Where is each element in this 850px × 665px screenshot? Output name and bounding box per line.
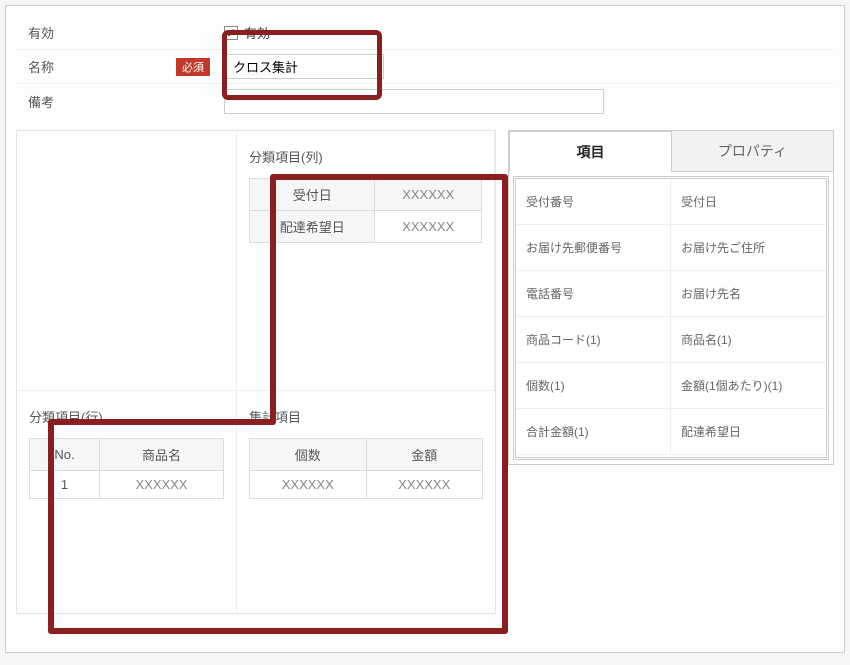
content-area: 分類項目(列) 受付日 XXXXXX 配達希望日 XXXXXX 分類項目(行)	[6, 118, 844, 624]
label-name: 名称 必須	[16, 51, 216, 82]
col-group-table: 受付日 XXXXXX 配達希望日 XXXXXX	[249, 178, 482, 243]
field-item[interactable]: お届け先名	[671, 271, 826, 317]
field-item[interactable]: 個数(1)	[516, 363, 671, 409]
row-name: 名称 必須	[16, 50, 834, 84]
field-item[interactable]: 電話番号	[516, 271, 671, 317]
field-item[interactable]: 合計金額(1)	[516, 409, 671, 455]
row-group-table: No. 商品名 1 XXXXXX	[29, 438, 224, 499]
agg-title: 集計項目	[249, 407, 483, 426]
table-row: 1 XXXXXX	[30, 471, 224, 499]
label-name-text: 名称	[28, 57, 54, 76]
required-badge: 必須	[176, 58, 210, 76]
tab-bar: 項目 プロパティ	[509, 131, 833, 172]
col-header-1[interactable]: XXXXXX	[375, 179, 482, 211]
list-item: 受付番号 受付日	[516, 179, 826, 225]
name-input[interactable]	[224, 54, 384, 79]
col-header-0[interactable]: 受付日	[250, 179, 375, 211]
crosstab-designer: 分類項目(列) 受付日 XXXXXX 配達希望日 XXXXXX 分類項目(行)	[16, 130, 496, 614]
table-row: No. 商品名	[30, 439, 224, 471]
cell-agg: 集計項目 個数 金額 XXXXXX XXXXXX	[237, 391, 495, 613]
col-cell-1[interactable]: XXXXXX	[375, 211, 482, 243]
field-item[interactable]: お届け先郵便番号	[516, 225, 671, 271]
label-notes-text: 備考	[28, 92, 54, 111]
tab-items[interactable]: 項目	[509, 131, 672, 172]
list-item: 商品コード(1) 商品名(1)	[516, 317, 826, 363]
field-item[interactable]: 受付日	[671, 179, 826, 225]
row-cell-0[interactable]: 1	[30, 471, 100, 499]
label-enabled-text: 有効	[28, 23, 54, 42]
control-notes	[216, 85, 834, 118]
control-enabled: ✓ 有効	[216, 19, 834, 46]
notes-input[interactable]	[224, 89, 604, 114]
label-notes: 備考	[16, 86, 216, 117]
field-item[interactable]: 商品コード(1)	[516, 317, 671, 363]
row-enabled: 有効 ✓ 有効	[16, 16, 834, 50]
table-row: 個数 金額	[250, 439, 483, 471]
list-item: 個数(1) 金額(1個あたり)(1)	[516, 363, 826, 409]
item-grid: 受付番号 受付日 お届け先郵便番号 お届け先ご住所 電話番号 お届け先名 商品コ…	[513, 176, 829, 460]
agg-header-0[interactable]: 個数	[250, 439, 367, 471]
row-cell-1[interactable]: XXXXXX	[100, 471, 224, 499]
form-area: 有効 ✓ 有効 名称 必須 備考	[6, 6, 844, 118]
agg-header-1[interactable]: 金額	[366, 439, 483, 471]
list-item: 電話番号 お届け先名	[516, 271, 826, 317]
field-item[interactable]: お届け先ご住所	[671, 225, 826, 271]
enabled-checkbox-label: 有効	[244, 23, 270, 42]
control-name	[216, 50, 834, 83]
field-item[interactable]: 商品名(1)	[671, 317, 826, 363]
list-item: 合計金額(1) 配達希望日	[516, 409, 826, 455]
col-group-title: 分類項目(列)	[249, 147, 482, 166]
row-header-0[interactable]: No.	[30, 439, 100, 471]
tab-properties[interactable]: プロパティ	[672, 131, 833, 172]
table-row: 配達希望日 XXXXXX	[250, 211, 482, 243]
app-frame: 有効 ✓ 有効 名称 必須 備考	[5, 5, 845, 653]
cell-col-group: 分類項目(列) 受付日 XXXXXX 配達希望日 XXXXXX	[237, 131, 495, 391]
row-notes: 備考	[16, 84, 834, 118]
col-cell-0[interactable]: 配達希望日	[250, 211, 375, 243]
list-item: お届け先郵便番号 お届け先ご住所	[516, 225, 826, 271]
table-row: 受付日 XXXXXX	[250, 179, 482, 211]
row-header-1[interactable]: 商品名	[100, 439, 224, 471]
agg-cell-1[interactable]: XXXXXX	[366, 471, 483, 499]
cell-row-group: 分類項目(行) No. 商品名 1 XXXXXX	[17, 391, 237, 613]
agg-table: 個数 金額 XXXXXX XXXXXX	[249, 438, 483, 499]
agg-cell-0[interactable]: XXXXXX	[250, 471, 367, 499]
field-item[interactable]: 受付番号	[516, 179, 671, 225]
field-item[interactable]: 配達希望日	[671, 409, 826, 455]
table-row: XXXXXX XXXXXX	[250, 471, 483, 499]
side-panel: 項目 プロパティ 受付番号 受付日 お届け先郵便番号 お届け先ご住所 電話番号 …	[508, 130, 834, 465]
label-enabled: 有効	[16, 17, 216, 48]
field-item[interactable]: 金額(1個あたり)(1)	[671, 363, 826, 409]
enabled-checkbox[interactable]: ✓	[224, 26, 238, 40]
cell-empty	[17, 131, 237, 391]
row-group-title: 分類項目(行)	[29, 407, 224, 426]
enabled-checkbox-wrap[interactable]: ✓ 有効	[224, 23, 270, 42]
